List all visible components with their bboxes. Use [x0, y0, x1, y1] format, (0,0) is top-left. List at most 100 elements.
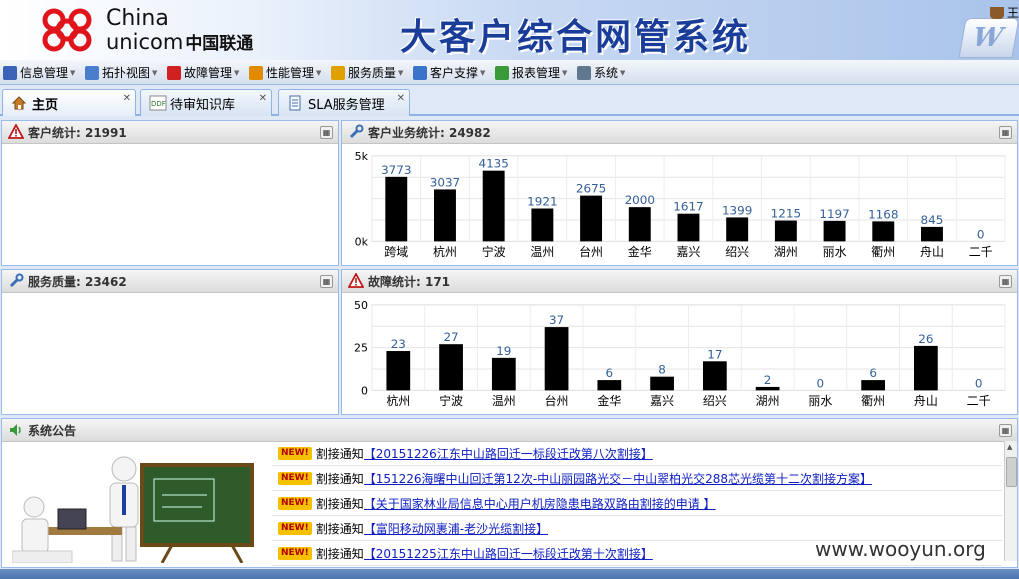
scroll-up-arrow-icon[interactable]: ▲ — [1007, 443, 1012, 451]
bar-data-label: 1921 — [527, 195, 557, 209]
warning-triangle-icon — [347, 272, 365, 289]
customer-icon — [413, 65, 427, 80]
x-tick-label: 衢州 — [871, 245, 895, 259]
bar-data-label: 0 — [975, 376, 983, 390]
report-icon — [495, 65, 509, 80]
bar-data-label: 4135 — [478, 157, 508, 171]
scrollbar-thumb[interactable] — [1006, 457, 1017, 487]
system-icon — [577, 65, 591, 80]
dropdown-arrow-icon: ▼ — [234, 68, 240, 77]
bar-data-label: 845 — [921, 213, 944, 227]
y-tick-label: 50 — [354, 299, 368, 312]
notice-link[interactable]: 【20151225江东中山路回迁一标段迁改第十次割接】 — [364, 545, 653, 562]
bar-data-label: 1197 — [819, 207, 849, 221]
panel-tool-icon[interactable]: ▦ — [320, 275, 333, 288]
dropdown-arrow-icon: ▼ — [152, 68, 158, 77]
bar — [872, 221, 895, 242]
x-tick-label: 舟山 — [920, 245, 944, 259]
tab-knowledge-base[interactable]: DDF 待审知识库 ✕ — [140, 89, 272, 116]
x-tick-label: 丽水 — [808, 394, 832, 408]
notice-link[interactable]: 【富阳移动网裹浦-老沙光缆割接】 — [364, 520, 548, 537]
menu-item-6[interactable]: 报表管理 ▼ — [495, 64, 567, 81]
bar-data-label: 1399 — [722, 204, 752, 218]
bar-data-label: 23 — [391, 337, 406, 351]
business-stats-panel: 客户业务统计: 24982 ▦ 5k 0k 3773 跨域 3037 杭州 4135 宁波 19… — [341, 120, 1018, 266]
x-tick-label: 湖州 — [756, 394, 780, 408]
menu-item-7[interactable]: 系统 ▼ — [577, 64, 625, 81]
dropdown-arrow-icon: ▼ — [398, 68, 404, 77]
notice-row: NEW! 割接通知 【20151226江东中山路回迁一标段迁改第八次割接】 — [272, 441, 1002, 466]
bar — [726, 217, 749, 242]
panel-tool-icon[interactable]: ▦ — [320, 126, 333, 139]
panel-header: 系统公告 ▦ — [2, 419, 1017, 442]
bar-data-label: 26 — [918, 332, 933, 346]
username-label: 王 — [1007, 6, 1019, 20]
x-tick-label: 二千 — [967, 394, 991, 408]
tab-home[interactable]: 主页 ✕ — [2, 89, 136, 116]
notice-link[interactable]: 【关于国家林业局信息中心用户机房隐患电路双路由割接的申请 】 — [364, 495, 716, 512]
panel-tool-icon[interactable]: ▦ — [999, 126, 1012, 139]
user-menu[interactable]: 王 — [990, 4, 1019, 21]
business-stats-title: 客户业务统计: 24982 — [368, 125, 491, 140]
tab-sla-service-close-icon[interactable]: ✕ — [397, 93, 405, 104]
w-logo-badge: W — [958, 18, 1019, 58]
x-tick-label: 宁波 — [482, 245, 506, 259]
dropdown-arrow-icon: ▼ — [316, 68, 322, 77]
panel-tool-icon[interactable]: ▦ — [999, 275, 1012, 288]
menu-item-label: 系统 — [594, 66, 619, 80]
bar — [823, 220, 846, 242]
menu-item-0[interactable]: 信息管理 ▼ — [3, 64, 75, 81]
x-tick-label: 温州 — [492, 394, 516, 408]
y-tick-label: 0k — [355, 235, 369, 248]
ddf-icon: DDF — [149, 95, 167, 111]
menu-item-label: 信息管理 — [20, 66, 69, 80]
bar — [921, 226, 943, 242]
menu-item-label: 报表管理 — [512, 66, 561, 80]
bar-data-label: 6 — [606, 366, 614, 380]
y-tick-label: 5k — [355, 150, 369, 163]
wrench-icon — [8, 273, 24, 289]
bar — [386, 351, 411, 391]
notice-type-label: 割接通知 — [315, 496, 364, 511]
customer-stats-panel: 客户统计: 21991 ▦ — [1, 120, 339, 266]
tab-home-close-icon[interactable]: ✕ — [123, 93, 131, 104]
x-tick-label: 宁波 — [439, 394, 463, 408]
menu-item-4[interactable]: 服务质量 ▼ — [331, 64, 403, 81]
fault-chart-svg: 50 25 0 23 杭州 27 宁波 19 温州 37 台州 6 金华 8 嘉兴 17 绍兴 2 湖州 0 丽水 6 衢州… — [354, 299, 1006, 408]
bar — [385, 176, 408, 242]
menu-item-label: 拓扑视图 — [102, 66, 151, 80]
bar — [531, 208, 554, 242]
menu-item-label: 性能管理 — [266, 66, 315, 80]
notice-scrollbar[interactable]: ▲ — [1004, 441, 1017, 561]
bar — [702, 361, 727, 391]
notice-type-label: 割接通知 — [315, 521, 364, 536]
menu-item-3[interactable]: 性能管理 ▼ — [249, 64, 321, 81]
bar — [628, 207, 651, 242]
menu-item-5[interactable]: 客户支撑 ▼ — [413, 64, 485, 81]
notice-type-label: 割接通知 — [315, 546, 364, 561]
business-chart-svg: 5k 0k 3773 跨域 3037 杭州 4135 宁波 1921 温州 2675 台州 2000 金华… — [355, 150, 1006, 259]
panel-header: 服务质量: 23462 ▦ — [2, 270, 338, 293]
notice-link[interactable]: 【20151226江东中山路回迁一标段迁改第八次割接】 — [364, 445, 653, 462]
warning-icon — [167, 65, 181, 80]
new-badge: NEW! — [278, 496, 312, 510]
menu-item-2[interactable]: 故障管理 ▼ — [167, 64, 239, 81]
performance-icon — [249, 65, 263, 80]
new-badge: NEW! — [278, 446, 312, 460]
bar — [774, 220, 797, 242]
x-tick-label: 丽水 — [823, 245, 847, 259]
tab-knowledge-base-close-icon[interactable]: ✕ — [259, 93, 267, 104]
x-tick-label: 衢州 — [861, 394, 885, 408]
notice-link[interactable]: 【151226海曙中山回迁第12次-中山丽园路光交－中山翠柏光交288芯光缆第十… — [364, 470, 872, 487]
notice-type-label: 割接通知 — [315, 446, 364, 461]
menu-item-1[interactable]: 拓扑视图 ▼ — [85, 64, 157, 81]
bar-data-label: 17 — [707, 347, 722, 361]
tab-sla-service[interactable]: SLA服务管理 ✕ — [278, 89, 410, 116]
bar — [755, 386, 780, 391]
bar-data-label: 2675 — [576, 182, 606, 196]
panel-tool-icon[interactable]: ▦ — [999, 424, 1012, 437]
bar-data-label: 27 — [443, 330, 458, 344]
svg-text:DDF: DDF — [151, 100, 166, 108]
bar-data-label: 0 — [977, 227, 985, 241]
coffee-icon — [990, 6, 1004, 19]
